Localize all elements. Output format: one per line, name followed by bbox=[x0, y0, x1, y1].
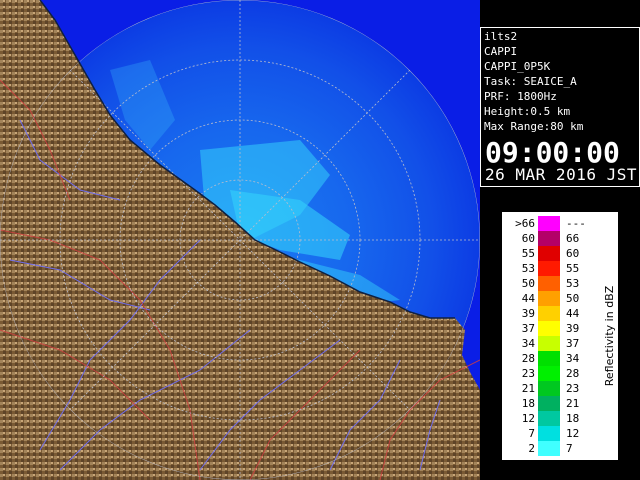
product-type: CAPPI bbox=[484, 45, 518, 58]
time-display: 09:00:00 bbox=[485, 136, 620, 169]
legend-row: 7 12 bbox=[528, 426, 579, 441]
legend-swatch bbox=[538, 366, 560, 381]
reflectivity-legend: >66 --- 60 66 55 60 53 55 50 53 44 50 39 44 37 39 34 37 28… bbox=[500, 210, 620, 462]
legend-low-label: 50 bbox=[522, 277, 535, 290]
legend-swatch bbox=[538, 396, 560, 411]
legend-swatch bbox=[538, 216, 560, 231]
legend-row: 28 34 bbox=[522, 351, 580, 366]
height-info: Height:0.5 km bbox=[484, 105, 571, 118]
legend-low-label: 39 bbox=[522, 307, 535, 320]
legend-low-label: 28 bbox=[522, 352, 535, 365]
legend-swatch bbox=[538, 306, 560, 321]
legend-high-label: 7 bbox=[566, 442, 573, 455]
legend-swatch bbox=[538, 231, 560, 246]
legend-swatch bbox=[538, 261, 560, 276]
legend-low-label: 34 bbox=[522, 337, 536, 350]
legend-high-label: 37 bbox=[566, 337, 579, 350]
legend-low-label: 7 bbox=[528, 427, 535, 440]
legend-swatch bbox=[538, 351, 560, 366]
legend-high-label: 55 bbox=[566, 262, 579, 275]
legend-svg: >66 ---60 6655 6053 5550 5344 5039 4437 3934 3728… bbox=[515, 216, 616, 456]
legend-low-label: 53 bbox=[522, 262, 535, 275]
info-panel: ilts2 CAPPI CAPPI_0P5K Task: SEAICE_A PR… bbox=[480, 27, 640, 187]
legend-high-label: 34 bbox=[566, 352, 580, 365]
task-info: Task: SEAICE_A bbox=[484, 75, 577, 88]
legend-swatch bbox=[538, 426, 560, 441]
legend-row: 60 66 bbox=[522, 231, 579, 246]
legend-row: 12 18 bbox=[522, 411, 579, 426]
prf-info: PRF: 1800Hz bbox=[484, 90, 557, 103]
legend-low-label: 23 bbox=[522, 367, 535, 380]
legend-high-label: 21 bbox=[566, 397, 579, 410]
legend-high-label: 39 bbox=[566, 322, 579, 335]
legend-row: 37 39 bbox=[522, 321, 579, 336]
legend-swatch bbox=[538, 411, 560, 426]
legend-low-label: 21 bbox=[522, 382, 535, 395]
max-range-info: Max Range:80 km bbox=[484, 120, 584, 133]
legend-low-label: 37 bbox=[522, 322, 535, 335]
legend-swatch bbox=[538, 381, 560, 396]
legend-row: 18 21 bbox=[522, 396, 579, 411]
legend-title: Reflectivity in dBZ bbox=[603, 285, 616, 386]
legend-row: 21 23 bbox=[522, 381, 579, 396]
legend-swatch bbox=[538, 441, 560, 456]
legend-high-label: 18 bbox=[566, 412, 579, 425]
legend-swatch bbox=[538, 276, 560, 291]
legend-swatch bbox=[538, 321, 560, 336]
legend-high-label: 60 bbox=[566, 247, 579, 260]
legend-row: 34 37 bbox=[522, 336, 579, 351]
legend-swatch bbox=[538, 291, 560, 306]
legend-row: 55 60 bbox=[522, 246, 579, 261]
legend-row: 27 bbox=[528, 441, 573, 456]
product-name: CAPPI_0P5K bbox=[484, 60, 551, 73]
legend-high-label: 53 bbox=[566, 277, 579, 290]
legend-high-label: 66 bbox=[566, 232, 579, 245]
legend-low-label: 12 bbox=[522, 412, 535, 425]
radar-map bbox=[0, 0, 480, 480]
legend-high-label: 50 bbox=[566, 292, 579, 305]
legend-swatch bbox=[538, 336, 560, 351]
legend-row: 23 28 bbox=[522, 366, 579, 381]
legend-low-label: 2 bbox=[528, 442, 535, 455]
legend-row: 53 55 bbox=[522, 261, 579, 276]
legend-low-label: 55 bbox=[522, 247, 535, 260]
legend-row: 44 50 bbox=[522, 291, 579, 306]
legend-high-label: 28 bbox=[566, 367, 579, 380]
legend-swatch bbox=[538, 246, 560, 261]
legend-row: 39 44 bbox=[522, 306, 580, 321]
legend-high-label: 23 bbox=[566, 382, 579, 395]
legend-high-label: 12 bbox=[566, 427, 579, 440]
legend-high-label: --- bbox=[566, 217, 586, 230]
radar-name: ilts2 bbox=[484, 30, 518, 43]
legend-low-label: 44 bbox=[522, 292, 536, 305]
legend-low-label: 18 bbox=[522, 397, 535, 410]
legend-low-label: 60 bbox=[522, 232, 535, 245]
legend-low-label: >66 bbox=[515, 217, 535, 230]
legend-row: >66 --- bbox=[515, 216, 586, 231]
date-display: 26 MAR 2016 JST bbox=[485, 165, 637, 184]
legend-high-label: 44 bbox=[566, 307, 580, 320]
legend-row: 50 53 bbox=[522, 276, 579, 291]
